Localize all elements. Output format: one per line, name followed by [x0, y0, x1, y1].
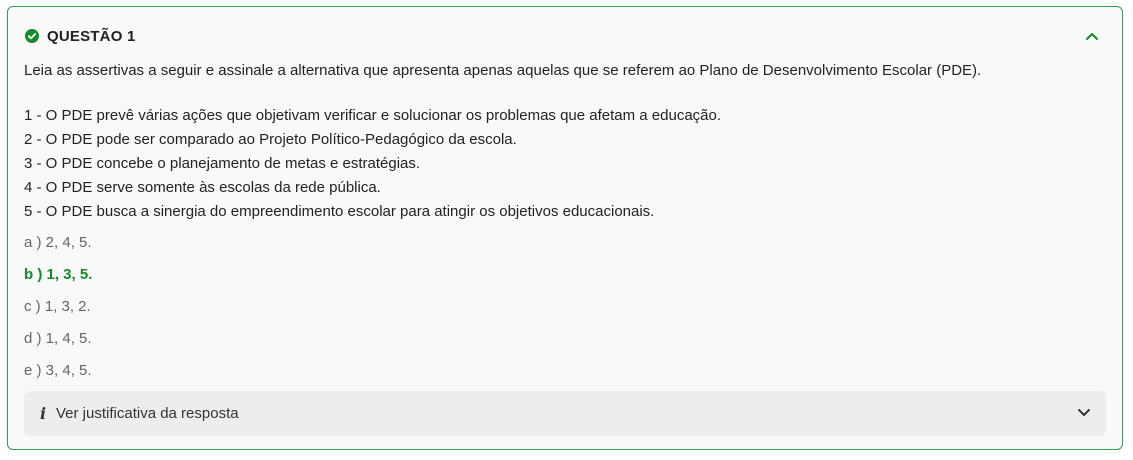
justification-toggle[interactable]: i Ver justificativa da resposta — [24, 391, 1106, 436]
question-card: QUESTÃO 1 Leia as assertivas a seguir e … — [7, 6, 1123, 450]
question-title: QUESTÃO 1 — [47, 27, 136, 45]
option-b-correct[interactable]: b ) 1, 3, 5. — [24, 263, 92, 295]
assertion-item: 2 - O PDE pode ser comparado ao Projeto … — [24, 131, 517, 148]
chevron-up-icon — [1086, 33, 1098, 40]
question-header: QUESTÃO 1 — [25, 26, 1106, 46]
assertion-item: 5 - O PDE busca a sinergia do empreendim… — [24, 203, 655, 220]
collapse-button[interactable] — [1084, 28, 1100, 44]
option-d[interactable]: d ) 1, 4, 5. — [24, 327, 92, 359]
justification-label: Ver justificativa da resposta — [56, 405, 239, 422]
info-icon: i — [40, 404, 47, 423]
assertion-item: 1 - O PDE prevê várias ações que objetiv… — [24, 107, 722, 124]
option-a[interactable]: a ) 2, 4, 5. — [24, 231, 92, 263]
option-e[interactable]: e ) 3, 4, 5. — [24, 359, 92, 391]
chevron-down-icon — [1076, 405, 1092, 421]
check-circle-icon — [25, 29, 39, 43]
option-c[interactable]: c ) 1, 3, 2. — [24, 295, 92, 327]
assertion-item: 3 - O PDE concebe o planejamento de meta… — [24, 155, 421, 172]
question-statement: Leia as assertivas a seguir e assinale a… — [24, 62, 982, 79]
answer-options: a ) 2, 4, 5. b ) 1, 3, 5. c ) 1, 3, 2. d… — [24, 231, 92, 391]
assertions-list: 1 - O PDE prevê várias ações que objetiv… — [24, 104, 1104, 224]
assertion-item: 4 - O PDE serve somente às escolas da re… — [24, 179, 381, 196]
